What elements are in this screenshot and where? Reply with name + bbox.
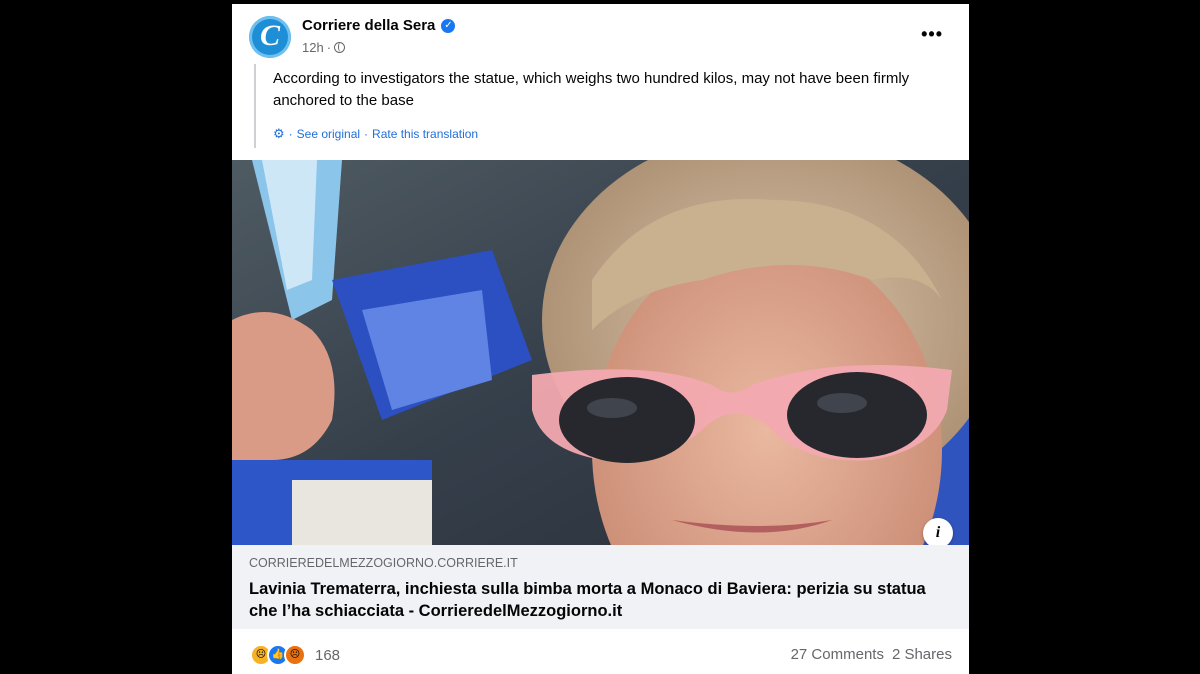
post-text: According to investigators the statue, w… [273,70,910,109]
comments-count[interactable]: 27 Comments [791,646,884,663]
page-name-row: Corriere della Sera ✓ [302,17,456,34]
more-icon[interactable]: ••• [921,24,943,45]
rate-translation-link[interactable]: Rate this translation [372,127,478,141]
post-meta: 12h · [302,40,346,55]
link-separator: · [364,127,369,141]
info-icon[interactable]: i [923,518,953,546]
post-card: C Corriere della Sera ✓ 12h · ••• Accord… [232,4,969,674]
verified-badge-icon: ✓ [441,18,456,33]
angry-reaction-icon: ☹ [284,644,306,666]
page-avatar[interactable]: C [249,16,291,58]
page-name[interactable]: Corriere della Sera [302,17,435,34]
reactions-summary[interactable]: ☹ 👍 ☹ 168 [250,644,340,666]
link-headline[interactable]: Lavinia Trematerra, inchiesta sulla bimb… [249,578,949,622]
link-domain: CORRIEREDELMEZZOGIORNO.CORRIERE.IT [249,556,518,570]
photo-illustration [232,160,969,546]
translation-links: ⚙ · See original · Rate this translation [273,126,478,142]
shares-count[interactable]: 2 Shares [892,646,952,663]
see-original-link[interactable]: See original [297,127,360,141]
globe-icon [334,42,346,53]
reaction-count[interactable]: 168 [315,647,340,664]
meta-separator: · [326,40,332,55]
avatar-letter: C [259,19,280,52]
translation-block: According to investigators the statue, w… [254,64,954,148]
post-time[interactable]: 12h [302,40,324,55]
gear-icon: ⚙ [273,126,285,141]
link-preview-image[interactable]: i [232,160,969,546]
link-preview-box[interactable]: CORRIEREDELMEZZOGIORNO.CORRIERE.IT Lavin… [232,545,969,629]
link-separator: · [288,127,293,141]
post-footer: ☹ 👍 ☹ 168 27 Comments 2 Shares [232,629,969,674]
engagement-stats: 27 Comments 2 Shares [791,646,952,663]
